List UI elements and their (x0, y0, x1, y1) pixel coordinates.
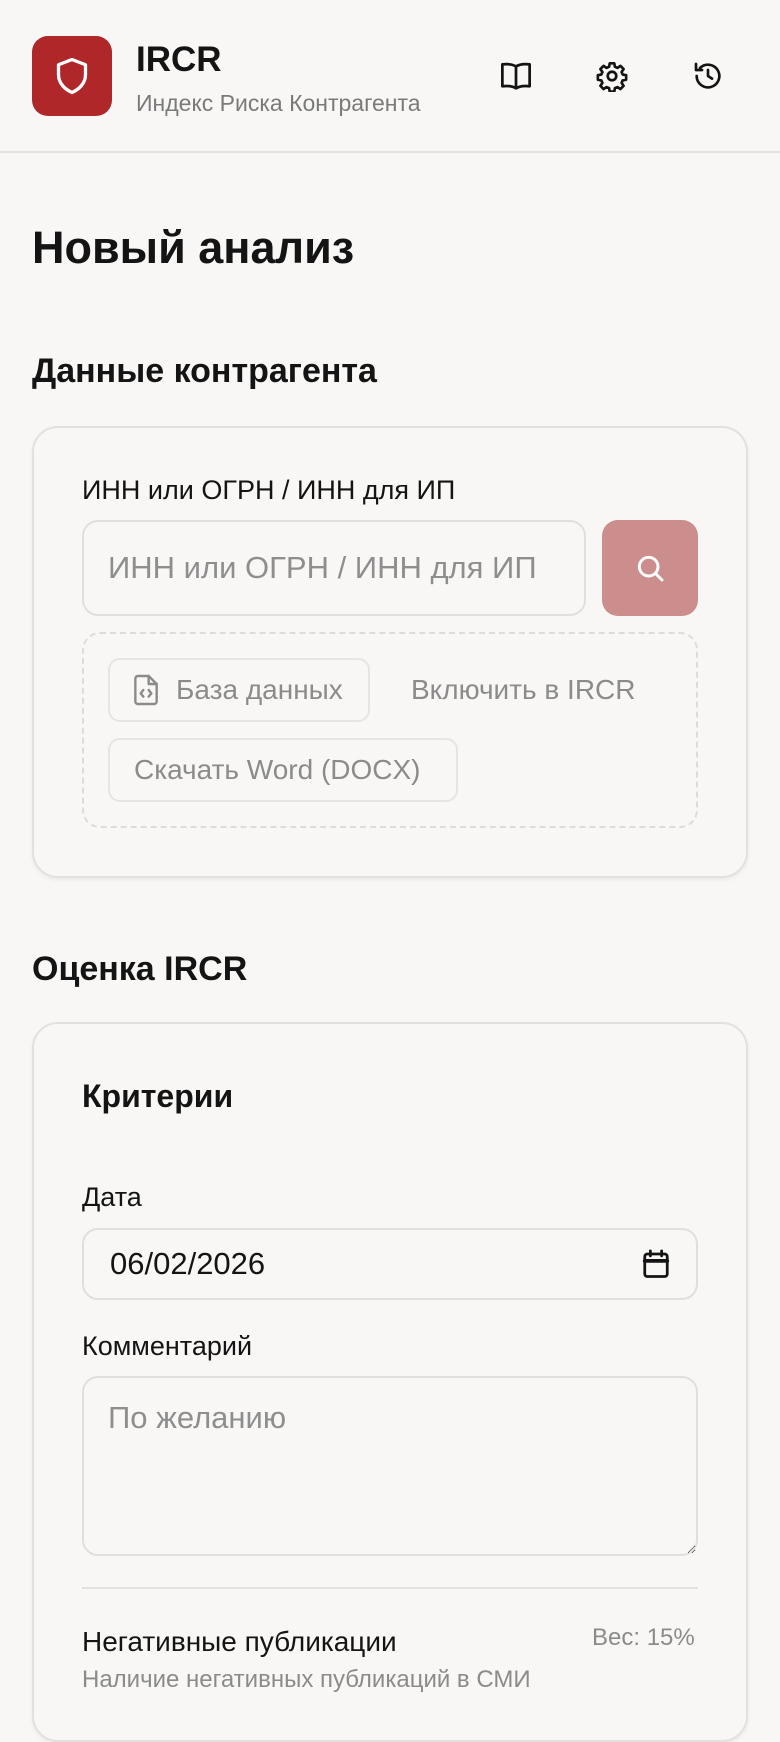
calendar-icon[interactable] (642, 1249, 670, 1279)
counterparty-section-title: Данные контрагента (32, 352, 377, 390)
download-docx-button[interactable]: Скачать Word (DOCX) (108, 738, 458, 802)
download-docx-label: Скачать Word (DOCX) (134, 754, 421, 785)
date-label: Дата (82, 1182, 142, 1212)
criteria-divider (82, 1587, 698, 1589)
include-in-ircr-button[interactable]: Включить в IRCR (411, 674, 635, 706)
app-header: IRCR Индекс Риска Контрагента (0, 0, 780, 153)
app-title: IRCR (136, 40, 222, 79)
gear-icon (596, 62, 628, 92)
history-button[interactable] (684, 52, 732, 100)
page-title: Новый анализ (32, 222, 355, 273)
book-icon (501, 62, 531, 90)
comment-textarea[interactable] (82, 1376, 698, 1556)
criteria-title: Критерии (82, 1078, 234, 1114)
date-input[interactable]: 06/02/2026 (82, 1228, 698, 1300)
assessment-section-title: Оценка IRCR (32, 950, 248, 988)
criterion-name: Негативные публикации (82, 1626, 397, 1657)
inn-input[interactable] (82, 520, 586, 616)
shield-icon (56, 57, 88, 95)
file-code-icon (134, 674, 158, 706)
search-icon (637, 555, 664, 582)
database-button-label: База данных (176, 674, 343, 705)
guide-button[interactable] (492, 52, 540, 100)
database-button[interactable]: База данных (108, 658, 370, 722)
criterion-weight: Вес: 15% (592, 1624, 695, 1651)
app-logo (32, 36, 112, 116)
criterion-description: Наличие негативных публикаций в СМИ (82, 1666, 531, 1693)
app-subtitle: Индекс Риска Контрагента (136, 90, 421, 116)
settings-button[interactable] (588, 52, 636, 100)
history-icon (694, 62, 721, 89)
search-button[interactable] (602, 520, 698, 616)
date-value: 06/02/2026 (110, 1246, 266, 1281)
inn-field-label: ИНН или ОГРН / ИНН для ИП (82, 475, 456, 505)
comment-label: Комментарий (82, 1331, 253, 1361)
